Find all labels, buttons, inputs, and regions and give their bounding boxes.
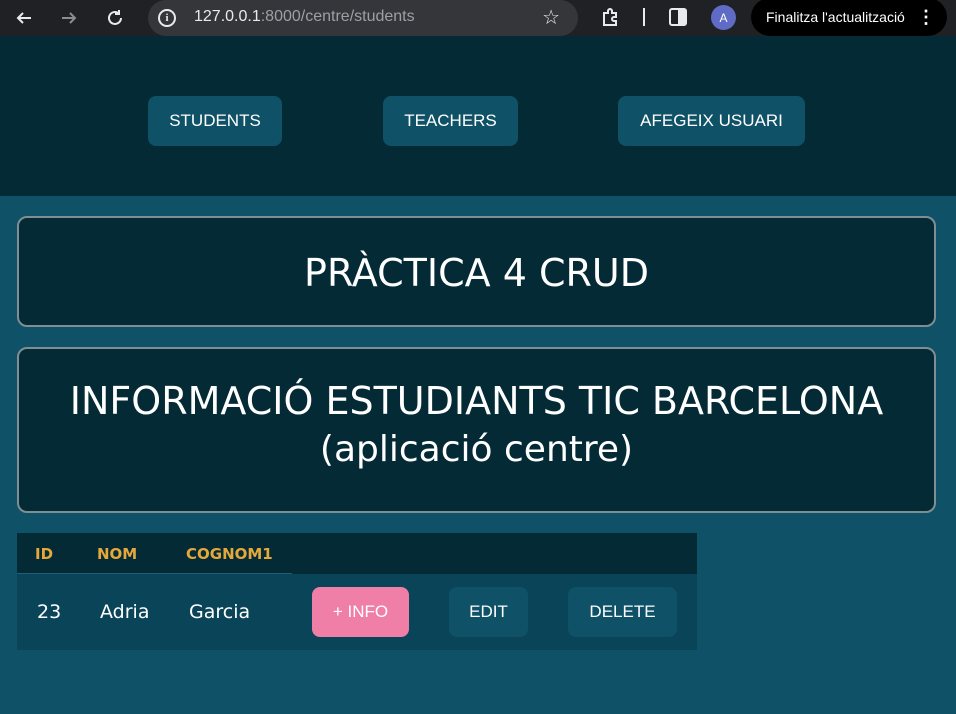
url-text: 127.0.0.1:8000/centre/students [194,8,415,25]
title-panel: PRÀCTICA 4 CRUD [17,216,936,327]
nav-teachers-button[interactable]: TEACHERS [383,96,518,146]
edit-button[interactable]: EDIT [449,587,528,637]
cell-cognom1: Garcia [189,601,251,623]
column-header-cognom1: COGNOM1 [186,545,273,563]
nav-add-user-button[interactable]: AFEGEIX USUARI [618,96,805,146]
top-navigation: STUDENTS TEACHERS AFEGEIX USUARI [0,36,956,196]
more-options-icon[interactable]: ⋮ [917,0,935,36]
subtitle-heading: INFORMACIÓ ESTUDIANTS TIC BARCELONA [69,379,884,423]
side-panel-icon[interactable] [669,8,687,26]
profile-avatar[interactable]: A [711,5,736,30]
info-button[interactable]: + INFO [312,587,409,637]
bookmark-star-icon[interactable]: ☆ [542,5,560,29]
column-header-id: ID [35,545,54,563]
table-row: 23 Adria Garcia + INFO EDIT DELETE [17,574,697,650]
address-bar[interactable]: i 127.0.0.1:8000/centre/students ☆ [148,0,578,36]
update-button-label: Finalitza l'actualització [766,9,905,25]
delete-button[interactable]: DELETE [568,587,677,637]
reload-icon[interactable] [101,4,129,32]
page-title: PRÀCTICA 4 CRUD [304,251,649,295]
nav-students-button[interactable]: STUDENTS [148,96,282,146]
browser-toolbar: i 127.0.0.1:8000/centre/students ☆ A Fin… [0,0,956,36]
extensions-icon[interactable] [600,6,622,33]
students-table: ID NOM COGNOM1 23 Adria Garcia + INFO ED… [17,533,697,650]
site-info-icon[interactable]: i [158,9,176,27]
forward-icon[interactable] [55,4,83,32]
column-header-nom: NOM [97,545,138,563]
subtitle-panel: INFORMACIÓ ESTUDIANTS TIC BARCELONA (apl… [17,347,936,513]
toolbar-divider [643,8,645,26]
cell-id: 23 [37,601,62,623]
subtitle-caption: (aplicació centre) [319,429,634,470]
table-header: ID NOM COGNOM1 [17,533,697,574]
cell-nom: Adria [100,601,150,623]
back-icon[interactable] [10,4,38,32]
update-button[interactable]: Finalitza l'actualització ⋮ [751,0,947,36]
